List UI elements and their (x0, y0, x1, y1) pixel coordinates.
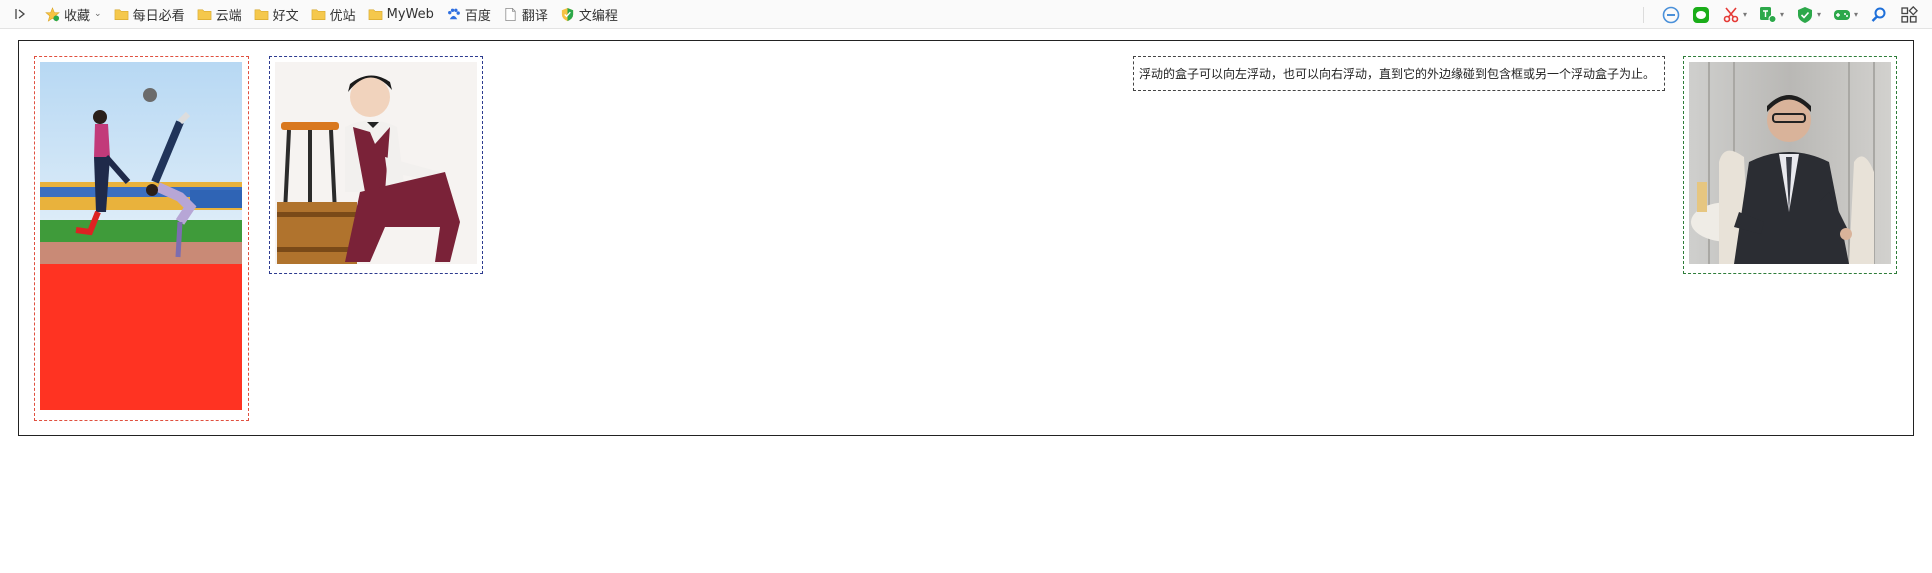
shield-check-icon (1797, 6, 1812, 23)
bookmark-baidu[interactable]: 百度 (441, 3, 496, 25)
bookmark-label: MyWeb (386, 6, 434, 22)
chevron-down-icon[interactable]: ▾ (1780, 10, 1784, 19)
translate-button[interactable]: ▾ (1759, 6, 1784, 24)
chevron-down-icon[interactable]: ▾ (1817, 10, 1821, 19)
search-icon (1871, 7, 1886, 22)
bookmark-label: 百度 (464, 8, 491, 24)
page-icon (503, 7, 518, 22)
bookmark-label: 收藏 (64, 8, 91, 24)
extension-toolbar: ▾ ▾ ▾ ▾ (1642, 0, 1932, 29)
chevron-down-icon[interactable]: ▾ (1854, 10, 1858, 19)
bookmark-programming[interactable]: 文编程 (555, 3, 623, 25)
bookmark-folder-myweb[interactable]: MyWeb (363, 3, 439, 25)
bookmark-label: 云端 (215, 8, 242, 24)
bookmark-folder-articles[interactable]: 好文 (249, 3, 304, 25)
minus-circle-button[interactable] (1662, 6, 1680, 24)
bookmark-folder-daily[interactable]: 每日必看 (109, 3, 190, 25)
scissors-icon (1723, 6, 1739, 22)
bookmark-label: 翻译 (521, 8, 548, 24)
boy-portrait-photo (275, 62, 477, 264)
folder-icon (311, 7, 326, 22)
bookmark-favorites[interactable]: 收藏 ⌄ (40, 3, 107, 25)
folder-icon (114, 7, 129, 22)
wechat-icon (1692, 6, 1709, 23)
float-text-box: 浮动的盒子可以向左浮动，也可以向右浮动，直到它的外边缘碰到包含框或另一个浮动盒子… (1133, 56, 1665, 91)
float-box-right (1683, 56, 1897, 274)
red-block (40, 264, 242, 410)
security-button[interactable]: ▾ (1796, 6, 1821, 24)
translate-icon (1759, 6, 1777, 23)
bookmark-folder-cloud[interactable]: 云端 (192, 3, 247, 25)
bookmark-label: 好文 (272, 8, 299, 24)
bookmark-label: 优站 (329, 8, 356, 24)
bookmark-folder-sites[interactable]: 优站 (306, 3, 361, 25)
star-icon (45, 6, 60, 22)
gamepad-icon (1833, 9, 1850, 20)
float-box-left-2 (269, 56, 483, 274)
float-box-left-1 (34, 56, 249, 421)
folder-icon (197, 7, 212, 22)
sports-photo (40, 62, 242, 264)
businessman-photo (1689, 62, 1891, 264)
game-button[interactable]: ▾ (1833, 6, 1858, 24)
apps-grid-icon (1901, 5, 1918, 23)
float-container: 浮动的盒子可以向左浮动，也可以向右浮动，直到它的外边缘碰到包含框或另一个浮动盒子… (18, 40, 1914, 436)
toolbar-divider (1642, 6, 1644, 23)
shield-icon (560, 7, 575, 22)
sidebar-toggle-icon[interactable] (0, 0, 40, 29)
chevron-down-icon[interactable]: ▾ (1743, 10, 1747, 19)
bookmark-bar: 收藏 ⌄ 每日必看 云端 好文 优站 MyWeb 百度 翻译 文编程 ▾ ▾ ▾… (0, 0, 1932, 29)
apps-button[interactable] (1900, 5, 1918, 24)
search-button[interactable] (1870, 6, 1888, 24)
folder-icon (368, 7, 383, 22)
screenshot-button[interactable]: ▾ (1722, 6, 1747, 24)
minus-circle-icon (1662, 6, 1680, 23)
bookmark-label: 文编程 (578, 8, 618, 24)
float-description-text: 浮动的盒子可以向左浮动，也可以向右浮动，直到它的外边缘碰到包含框或另一个浮动盒子… (1139, 67, 1656, 81)
folder-icon (254, 7, 269, 22)
bookmark-translate[interactable]: 翻译 (498, 3, 553, 25)
baidu-paw-icon (446, 7, 461, 22)
bookmark-label: 每日必看 (132, 8, 185, 24)
chevron-down-icon: ⌄ (94, 9, 102, 19)
wechat-button[interactable] (1692, 6, 1710, 24)
